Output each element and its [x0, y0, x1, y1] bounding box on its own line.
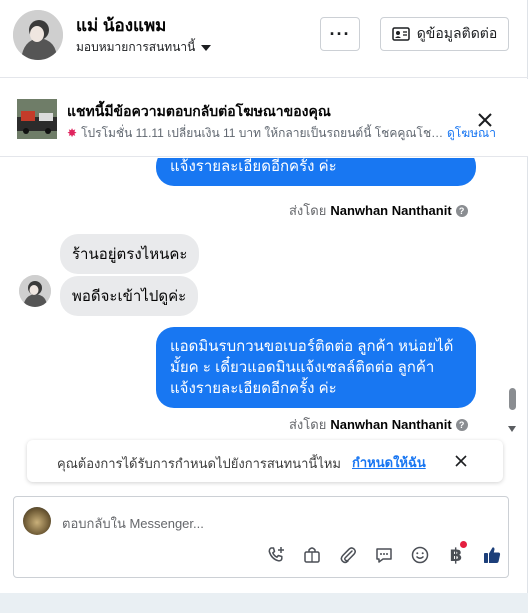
message-text: ร้านอยู่ตรงไหนคะ	[72, 246, 188, 263]
contact-name[interactable]: แม่ น้องแพม	[76, 12, 166, 39]
call-add-icon	[268, 547, 284, 562]
call-add-button[interactable]	[258, 543, 294, 567]
close-banner-button[interactable]	[474, 109, 496, 131]
contact-avatar[interactable]	[13, 10, 63, 60]
emoji-icon	[411, 546, 429, 564]
thumbs-up-icon	[484, 547, 501, 563]
sent-by-label: ส่งโดย Nanwhan Nanthanit ?	[289, 414, 468, 435]
view-contact-info-button[interactable]: ดูข้อมูลติดต่อ	[380, 17, 509, 51]
scrollbar-thumb[interactable]	[509, 388, 516, 410]
message-scrollbar[interactable]	[506, 158, 518, 441]
sent-by-prefix: ส่งโดย	[289, 203, 327, 218]
message-list: แจ้งรายละเอียดอีกครั้ง ค่ะ ส่งโดย Nanwha…	[0, 158, 528, 441]
incoming-message: พอดีจะเข้าไปดูค่ะ	[60, 276, 199, 316]
message-line: แจ้งรายละเอียดอีกครั้ง ค่ะ	[170, 380, 337, 397]
attachment-icon	[340, 547, 356, 564]
emoji-button[interactable]	[402, 543, 438, 567]
message-line: แจ้งรายละเอียดอีกครั้ง ค่ะ	[170, 158, 337, 175]
close-icon	[478, 113, 492, 127]
assign-prompt-text: คุณต้องการได้รับการกำหนดไปยังการสนทนานี้…	[57, 456, 341, 471]
sent-by-label: ส่งโดย Nanwhan Nanthanit ?	[289, 200, 468, 221]
assign-to-me-link[interactable]: กำหนดให้ฉัน	[352, 452, 426, 473]
chat-reply-icon	[376, 548, 392, 563]
contact-card-icon	[391, 27, 410, 41]
sent-by-prefix: ส่งโดย	[289, 417, 327, 432]
outgoing-message: แจ้งรายละเอียดอีกครั้ง ค่ะ	[156, 158, 476, 186]
conversation-header: แม่ น้องแพม มอบหมายการสนทนานี้ ··· ดูข้อ…	[0, 0, 528, 78]
close-icon	[455, 455, 467, 467]
attach-file-button[interactable]	[330, 543, 366, 567]
ad-thumbnail[interactable]	[17, 99, 57, 139]
message-line: แอดมินรบกวนขอเบอร์ติดต่อ ลูกค้า หน่อยได้	[170, 338, 454, 355]
assign-conversation-dropdown[interactable]: มอบหมายการสนทนานี้	[76, 38, 212, 57]
reply-input[interactable]: ตอบกลับใน Messenger...	[62, 513, 204, 534]
ad-banner-subtitle-text: โปรโมชั่น 11.11 เปลี่ยนเงิน 11 บาท ให้กล…	[81, 126, 449, 140]
info-icon[interactable]: ?	[455, 418, 468, 431]
outgoing-message: แอดมินรบกวนขอเบอร์ติดต่อ ลูกค้า หน่อยได้…	[156, 327, 476, 408]
incoming-message: ร้านอยู่ตรงไหนคะ	[60, 234, 200, 274]
conversation-panel: แม่ น้องแพม มอบหมายการสนทนานี้ ··· ดูข้อ…	[0, 0, 528, 593]
assign-prompt: คุณต้องการได้รับการกำหนดไปยังการสนทนานี้…	[27, 440, 503, 482]
ad-banner-subtitle: ✸ โปรโมชั่น 11.11 เปลี่ยนเงิน 11 บาท ให้ก…	[67, 124, 449, 143]
composer-toolbar: ฿	[258, 541, 510, 567]
shopping-bag-icon	[304, 547, 320, 563]
ad-banner-title: แชทนี้มีข้อความตอบกลับต่อโฆษณาของคุณ	[67, 103, 331, 119]
dismiss-prompt-button[interactable]	[454, 454, 468, 468]
payment-button[interactable]: ฿	[438, 541, 474, 567]
caret-down-icon	[201, 45, 212, 51]
shop-button[interactable]	[294, 543, 330, 567]
notification-dot	[460, 541, 467, 548]
more-dots-icon: ···	[329, 23, 351, 44]
ad-reply-banner: แชทนี้มีข้อความตอบกลับต่อโฆษณาของคุณ ✸ โป…	[0, 79, 528, 157]
more-options-button[interactable]: ···	[320, 17, 360, 51]
sender-name: Nanwhan Nanthanit	[330, 203, 452, 218]
saved-reply-button[interactable]	[366, 543, 402, 567]
scroll-down-arrow-icon[interactable]	[508, 426, 516, 432]
message-line: มั้ยค ะ เดี๋ยวแอดมินแจ้งเซลล์ติดต่อ ลูกค…	[170, 359, 435, 376]
message-composer: ตอบกลับใน Messenger... ฿	[13, 496, 509, 578]
assign-label: มอบหมายการสนทนานี้	[76, 40, 196, 54]
message-text: พอดีจะเข้าไปดูค่ะ	[72, 288, 187, 305]
contact-info-label: ดูข้อมูลติดต่อ	[416, 25, 498, 41]
send-like-button[interactable]	[474, 543, 510, 567]
burst-icon: ✸	[67, 126, 78, 140]
sender-name: Nanwhan Nanthanit	[330, 417, 452, 432]
contact-avatar-small[interactable]	[19, 275, 51, 307]
baht-icon: ฿	[449, 544, 463, 565]
page-avatar	[23, 507, 51, 535]
info-icon[interactable]: ?	[455, 204, 468, 217]
